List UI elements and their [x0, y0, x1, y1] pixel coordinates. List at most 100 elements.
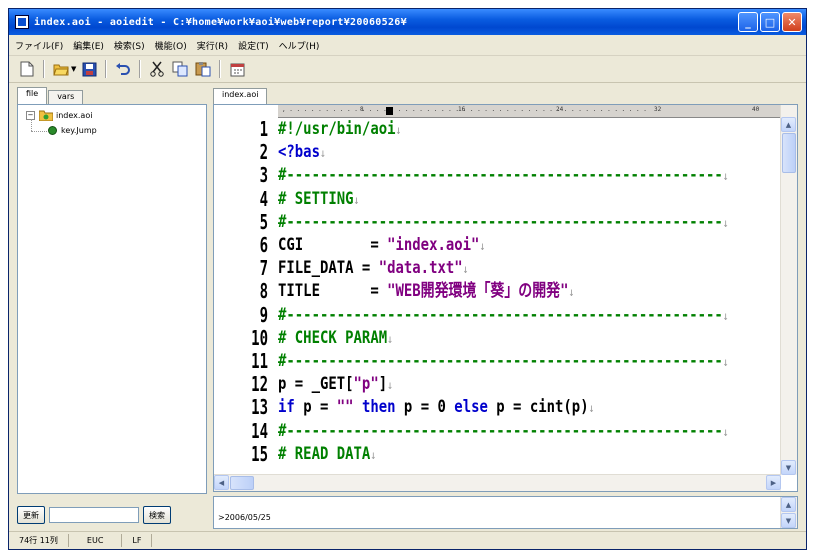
chevron-down-icon: ▼	[785, 516, 792, 525]
code-token: #!/usr/bin/aoi	[278, 119, 396, 139]
code-line: # CHECK PARAM↓	[278, 326, 393, 350]
code-token: FILE_DATA =	[278, 258, 379, 279]
chevron-up-icon: ▲	[785, 500, 792, 509]
toolbar-separator	[105, 60, 108, 78]
menu-function[interactable]: 機能(O)	[155, 39, 187, 52]
menu-bar: ファイル(F) 編集(E) 検索(S) 機能(O) 実行(R) 設定(T) ヘル…	[9, 35, 806, 56]
paste-button[interactable]	[193, 59, 213, 79]
code-token: ""	[336, 397, 362, 418]
eol-marker-icon: ↓	[722, 355, 729, 369]
code-line: #---------------------------------------…	[278, 210, 729, 234]
close-button[interactable]: ✕	[782, 12, 802, 32]
minimize-button[interactable]: _	[738, 12, 758, 32]
undo-icon	[116, 63, 131, 75]
folder-icon	[39, 110, 53, 121]
eol-marker-icon: ↓	[479, 239, 486, 253]
code-token: #---------------------------------------…	[278, 211, 723, 232]
app-window: index.aoi - aoiedit - C:¥home¥work¥aoi¥w…	[8, 8, 807, 550]
scroll-up-button[interactable]: ▲	[781, 117, 796, 132]
tab-vars[interactable]: vars	[48, 90, 84, 104]
scroll-right-button[interactable]: ▶	[766, 475, 781, 490]
code-editor[interactable]: , . . . . . . . . . . . . . . . . . . . …	[213, 104, 798, 492]
close-icon: ✕	[787, 15, 797, 29]
status-bar: 74行 11列 EUC LF	[9, 531, 806, 549]
code-token: "p"	[353, 374, 379, 395]
menu-file[interactable]: ファイル(F)	[15, 39, 63, 52]
cut-button[interactable]	[147, 59, 167, 79]
code-line: <?bas↓	[278, 140, 326, 164]
output-pane[interactable]: >2006/05/25 ▲ ▼	[213, 496, 798, 529]
tree-item-label: index.aoi	[56, 111, 93, 120]
open-folder-icon	[53, 64, 69, 76]
code-token: #---------------------------------------…	[278, 420, 723, 441]
code-token: else	[454, 397, 497, 418]
menu-edit[interactable]: 編集(E)	[73, 39, 104, 52]
code-token: "WEB開発環境「葵」の開発"	[387, 281, 569, 302]
code-line: CGI = "index.aoi"↓	[278, 233, 485, 257]
toolbar-separator	[139, 60, 142, 78]
copy-button[interactable]	[170, 59, 190, 79]
code-token: p =	[303, 397, 337, 418]
line-number: 6	[259, 233, 268, 257]
editor-tab[interactable]: index.aoi	[213, 88, 268, 104]
copy-icon	[172, 61, 188, 77]
output-scroll-up-button[interactable]: ▲	[781, 497, 796, 512]
horizontal-scrollbar[interactable]: ◀ ▶	[214, 474, 781, 491]
open-dropdown-icon[interactable]: ▼	[71, 65, 76, 73]
ruler-mark: 24	[556, 106, 564, 113]
eol-marker-icon: ↓	[395, 123, 402, 137]
maximize-button[interactable]: □	[760, 12, 780, 32]
line-number: 12	[251, 372, 268, 397]
code-token: # CHECK PARAM	[278, 327, 388, 348]
menu-search[interactable]: 検索(S)	[114, 39, 145, 52]
code-token: "index.aoi"	[387, 235, 480, 255]
scroll-down-button[interactable]: ▼	[781, 460, 796, 475]
output-scroll-down-button[interactable]: ▼	[781, 513, 796, 528]
vertical-scrollbar[interactable]: ▲ ▼	[780, 105, 797, 475]
code-line: TITLE = "WEB開発環境「葵」の開発"↓	[278, 279, 574, 303]
tab-file[interactable]: file	[17, 87, 48, 104]
line-number: 14	[251, 418, 268, 443]
save-button[interactable]	[79, 59, 99, 79]
refresh-button[interactable]: 更新	[17, 506, 45, 524]
eol-marker-icon: ↓	[370, 447, 377, 462]
tree-item-label: key.Jump	[61, 126, 97, 135]
open-button[interactable]	[51, 59, 71, 79]
toolbar-separator	[43, 60, 45, 78]
cursor-position: 74行 11列	[9, 534, 69, 547]
window-title: index.aoi - aoiedit - C:¥home¥work¥aoi¥w…	[34, 16, 407, 28]
undo-button[interactable]	[113, 59, 133, 79]
output-scrollbar[interactable]: ▲ ▼	[780, 497, 797, 528]
code-area[interactable]: #!/usr/bin/aoi↓ <?bas↓ #------------------…	[278, 117, 781, 475]
menu-settings[interactable]: 設定(T)	[238, 39, 269, 52]
menu-run[interactable]: 実行(R)	[197, 39, 228, 52]
code-token: #---------------------------------------…	[278, 351, 723, 371]
save-icon	[82, 62, 97, 76]
code-line: FILE_DATA = "data.txt"↓	[278, 256, 469, 280]
vertical-scroll-thumb[interactable]	[782, 133, 796, 173]
encoding-indicator: EUC	[69, 534, 123, 547]
code-token: # READ DATA	[278, 443, 371, 464]
tree-connector	[31, 131, 47, 133]
tree-item-root[interactable]: − index.aoi	[26, 110, 92, 121]
app-icon	[15, 15, 29, 29]
code-line: #---------------------------------------…	[278, 303, 729, 327]
horizontal-scroll-thumb[interactable]	[230, 476, 254, 490]
search-input[interactable]	[49, 507, 139, 523]
new-file-button[interactable]	[17, 59, 37, 79]
menu-help[interactable]: ヘルプ(H)	[279, 39, 320, 52]
eol-marker-icon: ↓	[722, 308, 729, 323]
code-token: TITLE =	[278, 281, 388, 302]
code-token: CGI =	[278, 235, 388, 255]
ruler-cursor	[386, 107, 393, 115]
line-number: 1	[259, 117, 268, 141]
scroll-left-button[interactable]: ◀	[214, 475, 229, 490]
tree-search-bar: 更新 検索	[17, 503, 207, 527]
search-button[interactable]: 検索	[143, 506, 171, 524]
tree-item-child[interactable]: key.Jump	[48, 126, 97, 135]
title-bar[interactable]: index.aoi - aoiedit - C:¥home¥work¥aoi¥w…	[9, 9, 806, 35]
code-token: p = cint(p)	[496, 397, 589, 418]
line-number: 3	[259, 163, 268, 188]
calendar-button[interactable]	[227, 59, 247, 79]
window-controls: _ □ ✕	[738, 12, 802, 32]
